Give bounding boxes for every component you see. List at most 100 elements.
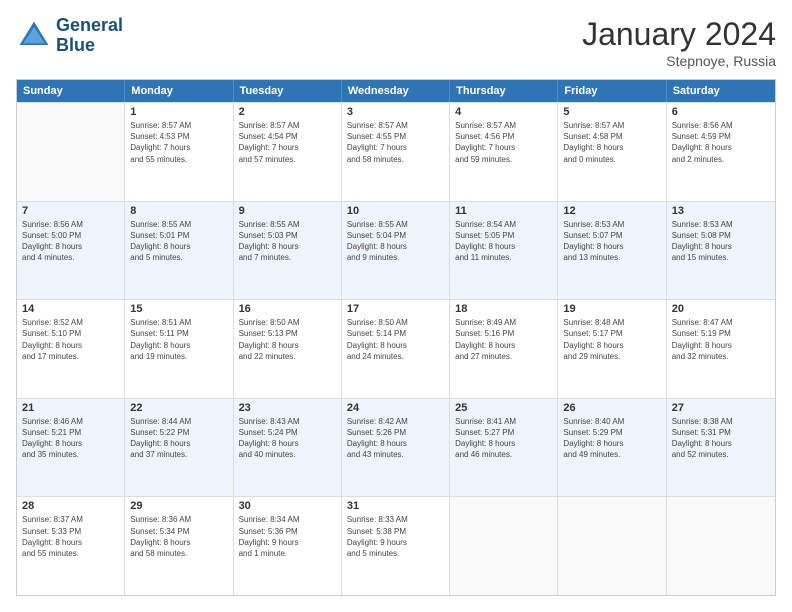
calendar-header-cell: Sunday (17, 80, 125, 102)
cell-info: Sunrise: 8:55 AM Sunset: 5:01 PM Dayligh… (130, 219, 227, 264)
cell-info: Sunrise: 8:42 AM Sunset: 5:26 PM Dayligh… (347, 416, 444, 461)
cell-info: Sunrise: 8:40 AM Sunset: 5:29 PM Dayligh… (563, 416, 660, 461)
cell-day-number: 14 (22, 303, 119, 315)
cell-day-number: 16 (239, 303, 336, 315)
cell-info: Sunrise: 8:44 AM Sunset: 5:22 PM Dayligh… (130, 416, 227, 461)
calendar-cell: 30 Sunrise: 8:34 AM Sunset: 5:36 PM Dayli… (234, 497, 342, 595)
cell-day-number: 8 (130, 205, 227, 217)
cell-info: Sunrise: 8:37 AM Sunset: 5:33 PM Dayligh… (22, 514, 119, 559)
cell-day-number: 21 (22, 402, 119, 414)
calendar-cell: 20 Sunrise: 8:47 AM Sunset: 5:19 PM Dayli… (667, 300, 775, 398)
calendar-cell: 27 Sunrise: 8:38 AM Sunset: 5:31 PM Dayli… (667, 399, 775, 497)
calendar-row: 21Sunrise: 8:46 AM Sunset: 5:21 PM Dayli… (17, 398, 775, 497)
calendar-body: 1 Sunrise: 8:57 AM Sunset: 4:53 PM Daylig… (17, 102, 775, 595)
calendar-cell: 9Sunrise: 8:55 AM Sunset: 5:03 PM Daylig… (234, 202, 342, 300)
calendar-header-cell: Wednesday (342, 80, 450, 102)
cell-info: Sunrise: 8:38 AM Sunset: 5:31 PM Dayligh… (672, 416, 770, 461)
calendar-cell: 5 Sunrise: 8:57 AM Sunset: 4:58 PM Daylig… (558, 103, 666, 201)
cell-day-number: 4 (455, 106, 552, 118)
calendar-cell: 6 Sunrise: 8:56 AM Sunset: 4:59 PM Daylig… (667, 103, 775, 201)
cell-day-number: 24 (347, 402, 444, 414)
cell-info: Sunrise: 8:50 AM Sunset: 5:14 PM Dayligh… (347, 317, 444, 362)
calendar-cell: 15Sunrise: 8:51 AM Sunset: 5:11 PM Dayli… (125, 300, 233, 398)
calendar-cell: 24 Sunrise: 8:42 AM Sunset: 5:26 PM Dayli… (342, 399, 450, 497)
cell-day-number: 12 (563, 205, 660, 217)
calendar-cell (17, 103, 125, 201)
cell-info: Sunrise: 8:56 AM Sunset: 4:59 PM Dayligh… (672, 120, 770, 165)
cell-day-number: 27 (672, 402, 770, 414)
cell-day-number: 3 (347, 106, 444, 118)
calendar-row: 14 Sunrise: 8:52 AM Sunset: 5:10 PM Dayli… (17, 299, 775, 398)
calendar-cell: 3 Sunrise: 8:57 AM Sunset: 4:55 PM Daylig… (342, 103, 450, 201)
cell-day-number: 20 (672, 303, 770, 315)
cell-day-number: 22 (130, 402, 227, 414)
calendar-cell (558, 497, 666, 595)
cell-day-number: 18 (455, 303, 552, 315)
calendar-cell: 31Sunrise: 8:33 AM Sunset: 5:38 PM Dayli… (342, 497, 450, 595)
calendar-cell: 28 Sunrise: 8:37 AM Sunset: 5:33 PM Dayli… (17, 497, 125, 595)
cell-day-number: 1 (130, 106, 227, 118)
cell-info: Sunrise: 8:52 AM Sunset: 5:10 PM Dayligh… (22, 317, 119, 362)
cell-info: Sunrise: 8:41 AM Sunset: 5:27 PM Dayligh… (455, 416, 552, 461)
cell-info: Sunrise: 8:34 AM Sunset: 5:36 PM Dayligh… (239, 514, 336, 559)
page: General Blue January 2024 Stepnoye, Russ… (0, 0, 792, 612)
calendar-cell (667, 497, 775, 595)
title-block: January 2024 Stepnoye, Russia (582, 16, 776, 69)
calendar-cell: 19Sunrise: 8:48 AM Sunset: 5:17 PM Dayli… (558, 300, 666, 398)
calendar-cell (450, 497, 558, 595)
cell-day-number: 26 (563, 402, 660, 414)
cell-day-number: 2 (239, 106, 336, 118)
calendar-row: 1 Sunrise: 8:57 AM Sunset: 4:53 PM Daylig… (17, 102, 775, 201)
calendar-cell: 18 Sunrise: 8:49 AM Sunset: 5:16 PM Dayli… (450, 300, 558, 398)
logo-icon (16, 18, 52, 54)
cell-info: Sunrise: 8:57 AM Sunset: 4:55 PM Dayligh… (347, 120, 444, 165)
calendar-header-cell: Tuesday (234, 80, 342, 102)
logo-text: General Blue (56, 16, 123, 56)
cell-day-number: 5 (563, 106, 660, 118)
calendar-cell: 21Sunrise: 8:46 AM Sunset: 5:21 PM Dayli… (17, 399, 125, 497)
header: General Blue January 2024 Stepnoye, Russ… (16, 16, 776, 69)
cell-info: Sunrise: 8:57 AM Sunset: 4:53 PM Dayligh… (130, 120, 227, 165)
calendar-header-cell: Saturday (667, 80, 775, 102)
cell-info: Sunrise: 8:36 AM Sunset: 5:34 PM Dayligh… (130, 514, 227, 559)
calendar-row: 7 Sunrise: 8:56 AM Sunset: 5:00 PM Daylig… (17, 201, 775, 300)
calendar-cell: 7 Sunrise: 8:56 AM Sunset: 5:00 PM Daylig… (17, 202, 125, 300)
cell-info: Sunrise: 8:50 AM Sunset: 5:13 PM Dayligh… (239, 317, 336, 362)
calendar-cell: 8 Sunrise: 8:55 AM Sunset: 5:01 PM Daylig… (125, 202, 233, 300)
cell-day-number: 28 (22, 500, 119, 512)
cell-info: Sunrise: 8:53 AM Sunset: 5:08 PM Dayligh… (672, 219, 770, 264)
cell-info: Sunrise: 8:47 AM Sunset: 5:19 PM Dayligh… (672, 317, 770, 362)
cell-day-number: 19 (563, 303, 660, 315)
cell-day-number: 13 (672, 205, 770, 217)
cell-day-number: 6 (672, 106, 770, 118)
cell-info: Sunrise: 8:57 AM Sunset: 4:56 PM Dayligh… (455, 120, 552, 165)
calendar-cell: 12 Sunrise: 8:53 AM Sunset: 5:07 PM Dayli… (558, 202, 666, 300)
cell-info: Sunrise: 8:57 AM Sunset: 4:58 PM Dayligh… (563, 120, 660, 165)
cell-info: Sunrise: 8:56 AM Sunset: 5:00 PM Dayligh… (22, 219, 119, 264)
calendar-header: SundayMondayTuesdayWednesdayThursdayFrid… (17, 80, 775, 102)
calendar-cell: 13 Sunrise: 8:53 AM Sunset: 5:08 PM Dayli… (667, 202, 775, 300)
calendar-cell: 4 Sunrise: 8:57 AM Sunset: 4:56 PM Daylig… (450, 103, 558, 201)
cell-day-number: 7 (22, 205, 119, 217)
cell-info: Sunrise: 8:51 AM Sunset: 5:11 PM Dayligh… (130, 317, 227, 362)
cell-info: Sunrise: 8:33 AM Sunset: 5:38 PM Dayligh… (347, 514, 444, 559)
logo: General Blue (16, 16, 123, 56)
month-title: January 2024 (582, 16, 776, 53)
cell-info: Sunrise: 8:53 AM Sunset: 5:07 PM Dayligh… (563, 219, 660, 264)
calendar-header-cell: Friday (558, 80, 666, 102)
cell-info: Sunrise: 8:49 AM Sunset: 5:16 PM Dayligh… (455, 317, 552, 362)
cell-info: Sunrise: 8:43 AM Sunset: 5:24 PM Dayligh… (239, 416, 336, 461)
cell-day-number: 30 (239, 500, 336, 512)
cell-day-number: 11 (455, 205, 552, 217)
logo-line1: General (56, 16, 123, 36)
calendar-cell: 23Sunrise: 8:43 AM Sunset: 5:24 PM Dayli… (234, 399, 342, 497)
calendar-cell: 26 Sunrise: 8:40 AM Sunset: 5:29 PM Dayli… (558, 399, 666, 497)
calendar-cell: 1 Sunrise: 8:57 AM Sunset: 4:53 PM Daylig… (125, 103, 233, 201)
cell-day-number: 10 (347, 205, 444, 217)
cell-day-number: 25 (455, 402, 552, 414)
calendar: SundayMondayTuesdayWednesdayThursdayFrid… (16, 79, 776, 596)
calendar-cell: 16 Sunrise: 8:50 AM Sunset: 5:13 PM Dayli… (234, 300, 342, 398)
cell-info: Sunrise: 8:54 AM Sunset: 5:05 PM Dayligh… (455, 219, 552, 264)
cell-info: Sunrise: 8:55 AM Sunset: 5:03 PM Dayligh… (239, 219, 336, 264)
calendar-header-cell: Monday (125, 80, 233, 102)
